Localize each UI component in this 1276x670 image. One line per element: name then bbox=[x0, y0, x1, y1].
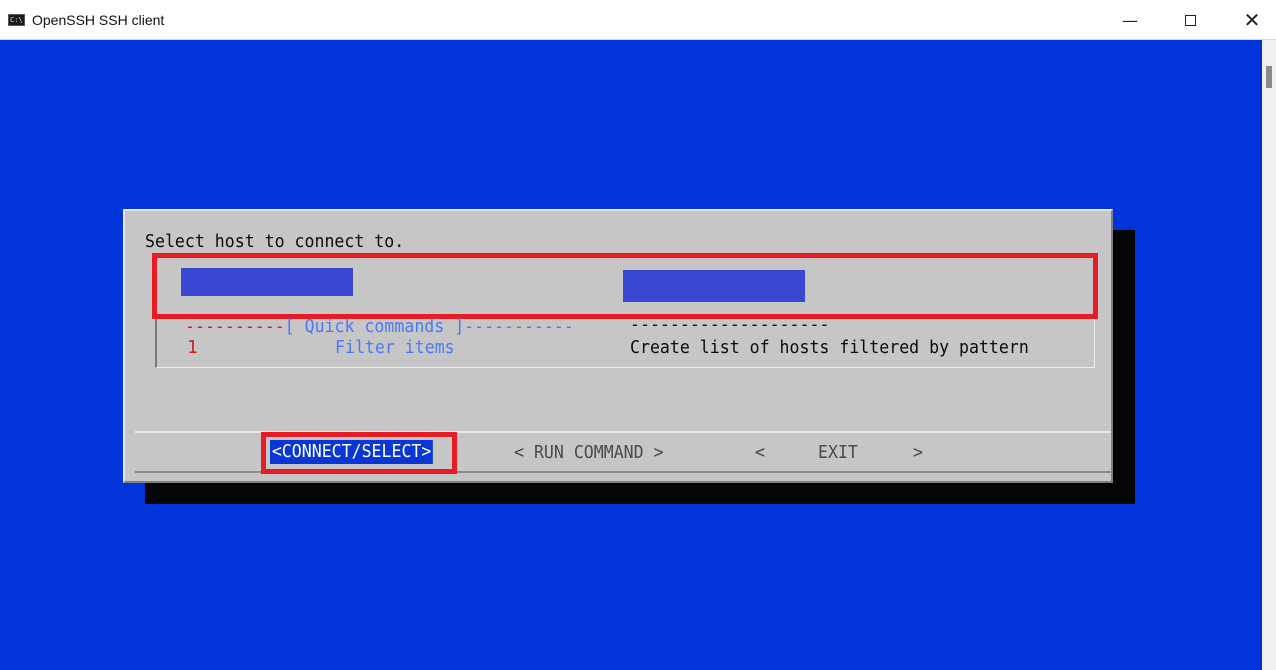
connect-button-highlight bbox=[261, 432, 457, 474]
host-select-dialog: Select host to connect to. ----------[ Q… bbox=[123, 209, 1113, 483]
dialog-prompt: Select host to connect to. bbox=[145, 231, 405, 252]
minimize-button[interactable]: — bbox=[1100, 0, 1160, 40]
quick-commands-column-dashes: -------------------- bbox=[630, 314, 830, 335]
terminal-icon bbox=[8, 14, 25, 26]
quick-commands-label: [ Quick commands ] bbox=[284, 316, 465, 337]
maximize-icon bbox=[1184, 14, 1196, 26]
list-item-key[interactable]: 1 bbox=[187, 337, 198, 359]
list-item-name[interactable]: Filter items bbox=[335, 337, 455, 359]
scrollbar-thumb[interactable] bbox=[1266, 66, 1272, 88]
window-title: OpenSSH SSH client bbox=[32, 12, 165, 28]
title-bar[interactable]: OpenSSH SSH client — ✕ bbox=[0, 0, 1276, 40]
close-button[interactable]: ✕ bbox=[1222, 0, 1276, 40]
minimize-icon: — bbox=[1122, 10, 1138, 30]
quick-commands-header: ----------[ Quick commands ]----------- bbox=[185, 316, 574, 338]
exit-button[interactable]: EXIT bbox=[818, 441, 858, 465]
host-row-highlight bbox=[152, 253, 1098, 319]
vertical-scrollbar[interactable] bbox=[1262, 40, 1276, 670]
run-command-button[interactable]: < RUN COMMAND > bbox=[514, 441, 664, 465]
quick-commands-dash-left: ---------- bbox=[185, 316, 285, 337]
ssh-client-window: OpenSSH SSH client — ✕ Select host to co… bbox=[0, 0, 1276, 670]
close-icon: ✕ bbox=[1243, 8, 1261, 32]
exit-button-left-bracket[interactable]: < bbox=[755, 441, 765, 465]
exit-button-right-bracket[interactable]: > bbox=[913, 441, 923, 465]
maximize-button[interactable] bbox=[1160, 0, 1220, 40]
quick-commands-dash-right: ----------- bbox=[464, 316, 574, 337]
list-item-description[interactable]: Create list of hosts filtered by pattern bbox=[630, 337, 1029, 359]
